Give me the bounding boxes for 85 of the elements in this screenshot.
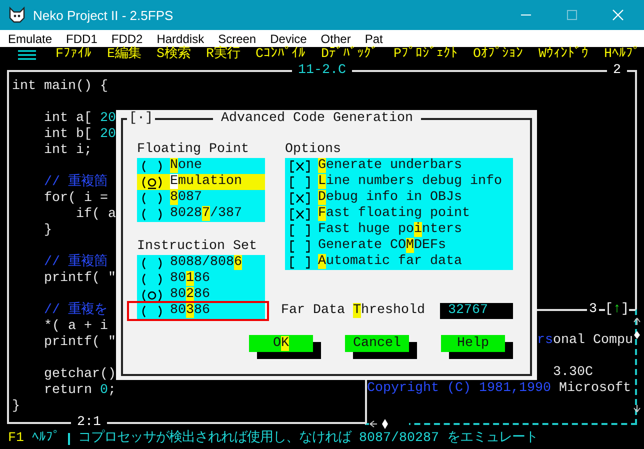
- checkbox-option[interactable]: Fast huge pointers: [285, 222, 513, 238]
- menu-item[interactable]: Pat: [364, 32, 383, 46]
- code-line: int i;: [42, 143, 92, 158]
- code-line: // 重複箇: [42, 175, 107, 190]
- menu-item[interactable]: FDD2: [111, 32, 143, 46]
- radio-button[interactable]: [141, 192, 163, 204]
- radio-button[interactable]: [141, 272, 163, 286]
- radio-button[interactable]: [141, 160, 163, 172]
- checkbox[interactable]: [289, 160, 311, 172]
- checkbox[interactable]: [289, 224, 311, 236]
- menu-item[interactable]: R実行: [206, 47, 240, 63]
- code-line: // 重複箇: [42, 255, 107, 270]
- close-icon[interactable]: [612, 9, 624, 21]
- menu-item[interactable]: E編集: [107, 47, 141, 63]
- menu-item[interactable]: Hﾍﾙﾌﾟ: [604, 47, 640, 63]
- code-line: *( a + i: [42, 319, 108, 334]
- code-line: int a[ 20: [42, 111, 116, 126]
- code-line: getchar(): [42, 367, 116, 382]
- menu-item[interactable]: Wｳｨﾝﾄﾞｳ: [538, 47, 588, 63]
- dialog-button[interactable]: Cancel: [345, 335, 409, 352]
- window-title: Neko Project II - 2.5FPS: [33, 8, 174, 22]
- code-line: // 重複を: [42, 303, 107, 318]
- code-line: printf( ": [42, 271, 116, 286]
- menu-item[interactable]: FDD1: [66, 32, 98, 46]
- group-label: Floating Point: [137, 142, 250, 158]
- help-key[interactable]: F1 ﾍﾙﾌﾟ: [8, 431, 60, 447]
- field-label: Far Data Threshold: [281, 303, 425, 319]
- radio-option[interactable]: None: [137, 158, 265, 174]
- dialog-button[interactable]: Help: [441, 335, 505, 352]
- checkbox-option[interactable]: Line numbers debug info: [285, 174, 513, 190]
- menu-item[interactable]: Emulate: [8, 32, 52, 46]
- code-line: for( i =: [42, 191, 109, 206]
- checkbox[interactable]: [289, 240, 311, 252]
- checkbox[interactable]: [289, 256, 311, 268]
- close-box[interactable]: [·]: [127, 111, 155, 127]
- code-line: return 0;: [42, 383, 116, 398]
- scrollbar-icon[interactable]: [633, 317, 641, 413]
- code-line: if( a: [74, 207, 116, 222]
- radio-button[interactable]: [141, 176, 163, 188]
- menu-item[interactable]: Harddisk: [156, 32, 204, 46]
- menu-item[interactable]: Screen: [218, 32, 256, 46]
- radio-button[interactable]: [141, 256, 163, 270]
- radio-button[interactable]: [141, 304, 163, 318]
- dialog-button[interactable]: OK: [249, 335, 313, 352]
- radio-button[interactable]: [141, 208, 163, 220]
- menu-icon[interactable]: [18, 50, 36, 60]
- radio-option[interactable]: 8088/8086: [137, 255, 265, 271]
- radio-option[interactable]: 8087: [137, 190, 265, 206]
- group-label: Instruction Set: [137, 239, 258, 255]
- separator: [68, 433, 70, 445]
- zoom-button[interactable]: [↑]: [605, 302, 629, 318]
- output-line: Copyright (C) 1981,1990 Microsoft: [367, 381, 631, 396]
- menu-item[interactable]: Other: [320, 32, 351, 46]
- code-line: int main() {: [12, 79, 108, 94]
- checkbox[interactable]: [289, 208, 311, 220]
- code-line: }: [42, 223, 52, 238]
- radio-button[interactable]: [141, 288, 163, 302]
- code-line: }: [12, 399, 20, 414]
- menu-item[interactable]: S検索: [156, 47, 190, 63]
- menu-item[interactable]: Cｺﾝﾊﾟｲﾙ: [256, 47, 306, 63]
- checkbox-option[interactable]: Fast floating point: [285, 206, 513, 222]
- radio-option[interactable]: 80287/387: [137, 206, 265, 222]
- output-line: rsonal Compu: [537, 333, 633, 348]
- status-message: コプロセッサが検出されれば使用し、なければ 8087/80287 をエミュレート: [78, 431, 538, 447]
- menu-item[interactable]: Device: [270, 32, 307, 46]
- checkbox-option[interactable]: Debug info in OBJs: [285, 190, 513, 206]
- radio-option[interactable]: Emulation: [137, 174, 265, 190]
- checkbox-option[interactable]: Generate COMDEFs: [285, 238, 513, 254]
- code-line: int b[ 20: [42, 127, 116, 142]
- input-field[interactable]: 32767: [440, 303, 513, 319]
- radio-option[interactable]: 80286: [137, 287, 265, 303]
- radio-option[interactable]: 80386: [137, 303, 265, 319]
- menu-item[interactable]: Dﾃﾞﾊﾞｯｸﾞ: [321, 47, 378, 63]
- checkbox[interactable]: [289, 192, 311, 204]
- checkbox-option[interactable]: Automatic far data: [285, 254, 513, 270]
- checkbox-option[interactable]: Generate underbars: [285, 158, 513, 174]
- cat-icon: [8, 6, 26, 24]
- group-label: Options: [285, 142, 342, 158]
- radio-option[interactable]: 80186: [137, 271, 265, 287]
- menu-item[interactable]: Oｵﾌﾟｼｮﾝ: [473, 47, 523, 63]
- code-line: printf( ": [42, 335, 116, 350]
- menu-item[interactable]: Fﾌｧｲﾙ: [56, 47, 92, 63]
- menu-item[interactable]: Pﾌﾟﾛｼﾞｪｸﾄ: [394, 47, 458, 63]
- checkbox[interactable]: [289, 176, 311, 188]
- output-line: 3.30C: [553, 365, 593, 380]
